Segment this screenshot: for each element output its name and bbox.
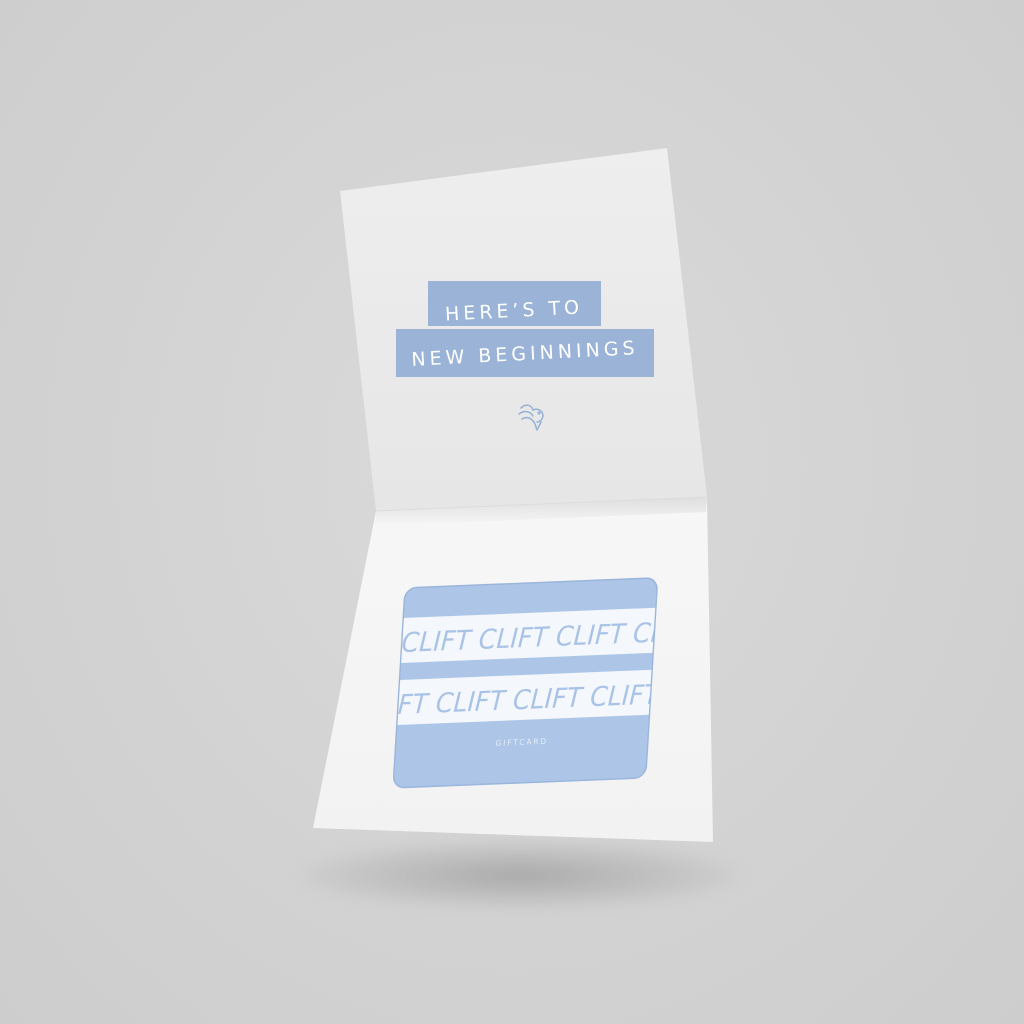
giftcard: CLIFT CLIFT CLIFT CLI IFT CLIFT CLIFT CL… <box>392 577 658 789</box>
product-mockup-scene: HERE’S TO NEW BEGINNINGS CLIFT CLIFT CLI… <box>0 0 1024 1024</box>
greeting-card: HERE’S TO NEW BEGINNINGS CLIFT CLIFT CLI… <box>313 148 713 842</box>
